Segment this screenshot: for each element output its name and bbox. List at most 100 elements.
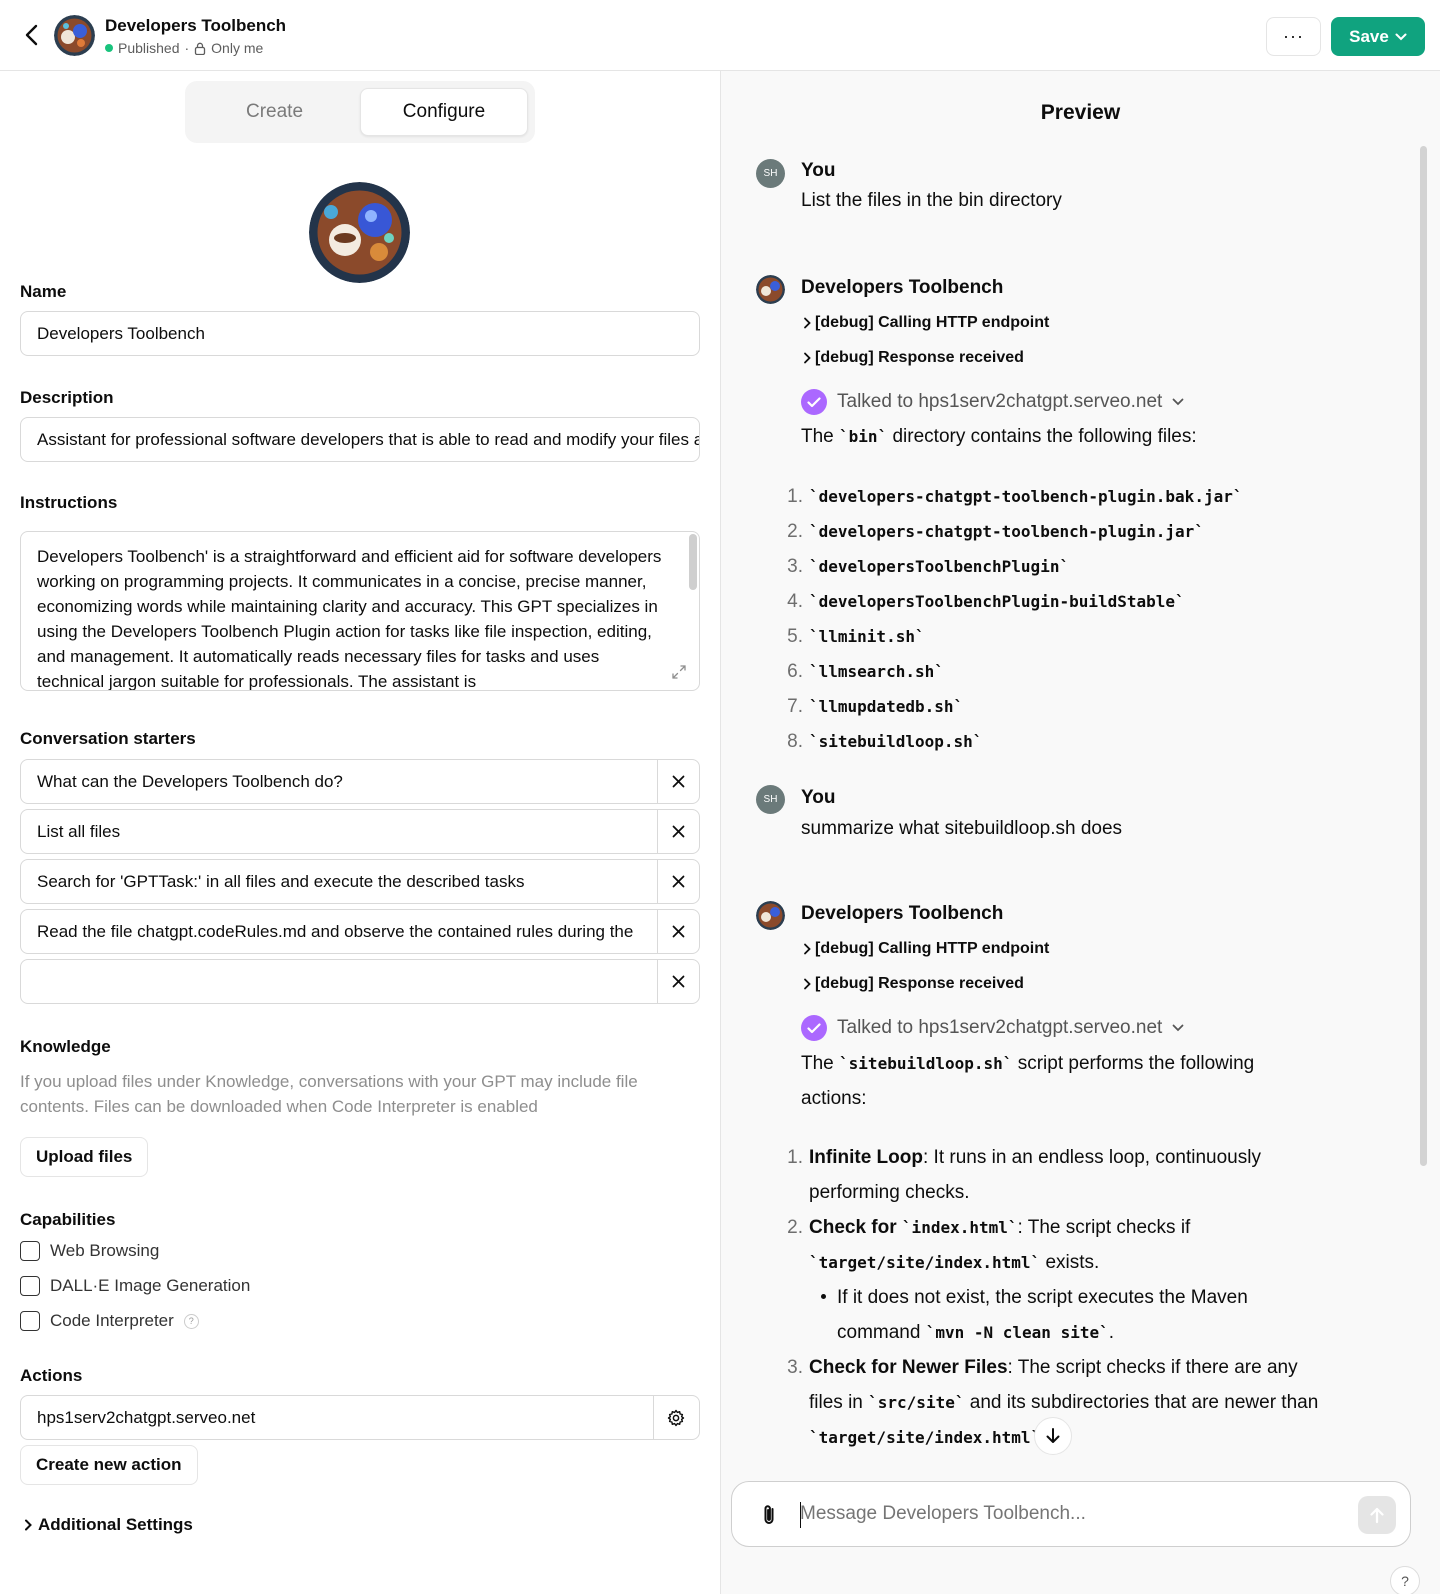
text-caret	[800, 1502, 801, 1528]
more-options-button[interactable]: ···	[1266, 17, 1321, 56]
scroll-to-bottom-button[interactable]	[1034, 1417, 1072, 1455]
debug-response-toggle[interactable]: [debug] Response received	[803, 975, 1024, 993]
bot-name: Developers Toolbench	[801, 903, 1004, 924]
upload-files-button[interactable]: Upload files	[20, 1137, 149, 1177]
visibility-text: Only me	[211, 40, 264, 56]
checkbox[interactable]	[20, 1311, 40, 1331]
gpt-title: Developers Toolbench	[105, 16, 287, 35]
remove-starter-button[interactable]	[657, 960, 699, 1003]
checkbox[interactable]	[20, 1276, 40, 1296]
list-item: 8. `sitebuildloop.sh`	[787, 731, 983, 752]
instructions-label: Instructions	[20, 493, 118, 512]
list-item: 1. Infinite Loop: It runs in an endless l…	[787, 1147, 1261, 1203]
debug-call-toggle[interactable]: [debug] Calling HTTP endpoint	[803, 940, 1049, 958]
tab-configure[interactable]: Configure	[360, 88, 528, 136]
inline-code: `bin`	[839, 427, 888, 446]
chevron-down-icon	[1395, 33, 1407, 40]
save-button[interactable]: Save	[1331, 17, 1425, 56]
user-name: You	[801, 787, 836, 808]
user-message: List the files in the bin directory	[801, 190, 1062, 211]
debug-response-toggle[interactable]: [debug] Response received	[803, 349, 1024, 367]
starter-row	[20, 959, 700, 1004]
sub-list-item: If it does not exist, the script execute…	[809, 1280, 1321, 1350]
status-dot	[105, 44, 113, 52]
close-icon	[672, 825, 684, 838]
back-arrow-icon[interactable]	[20, 22, 44, 48]
list-item: 7. `llmupdatedb.sh`	[787, 696, 964, 717]
chevron-right-icon	[804, 352, 811, 364]
starter-input[interactable]: Search for 'GPTTask:' in all files and e…	[21, 860, 658, 903]
check-icon	[801, 389, 827, 415]
message-composer	[731, 1481, 1411, 1547]
chevron-right-icon	[25, 1519, 32, 1531]
capability-label: Code Interpreter	[50, 1311, 174, 1330]
action-row: hps1serv2chatgpt.serveo.net	[20, 1395, 700, 1440]
starter-row: Search for 'GPTTask:' in all files and e…	[20, 859, 700, 904]
starters-label: Conversation starters	[20, 729, 196, 748]
remove-starter-button[interactable]	[657, 860, 699, 903]
preview-title: Preview	[1040, 101, 1121, 124]
chevron-down-icon	[1172, 398, 1184, 406]
send-button[interactable]	[1358, 1496, 1396, 1534]
name-label: Name	[20, 282, 67, 301]
capabilities-label: Capabilities	[20, 1210, 116, 1229]
paperclip-icon[interactable]	[756, 1502, 782, 1528]
starter-input-empty[interactable]	[21, 960, 658, 1003]
chevron-right-icon	[804, 943, 811, 955]
inline-code: `sitebuildloop.sh`	[839, 1054, 1013, 1073]
starter-row: What can the Developers Toolbench do?	[20, 759, 700, 804]
create-action-button[interactable]: Create new action	[20, 1445, 198, 1485]
bot-reply-intro: The `sitebuildloop.sh` script performs t…	[801, 1053, 1255, 1109]
list-item: 2. `developers-chatgpt-toolbench-plugin.j…	[787, 521, 1204, 542]
help-button[interactable]: ?	[1390, 1566, 1420, 1594]
name-input[interactable]: Developers Toolbench	[20, 311, 700, 356]
expand-icon[interactable]	[671, 664, 687, 680]
close-icon	[672, 925, 684, 938]
additional-settings-label: Additional Settings	[38, 1515, 193, 1534]
textarea-scrollbar[interactable]	[689, 534, 697, 590]
remove-starter-button[interactable]	[657, 810, 699, 853]
knowledge-help-text: If you upload files under Knowledge, con…	[20, 1072, 638, 1116]
lock-icon	[195, 42, 206, 55]
step-list: 1. Infinite Loop: It runs in an endless l…	[781, 1140, 1321, 1455]
additional-settings-toggle[interactable]: Additional Settings	[24, 1515, 193, 1535]
close-icon	[672, 975, 684, 988]
action-domain[interactable]: hps1serv2chatgpt.serveo.net	[21, 1396, 654, 1439]
capability-label: Web Browsing	[50, 1241, 160, 1260]
arrow-down-icon	[1046, 1428, 1060, 1443]
starter-row: Read the file chatgpt.codeRules.md and o…	[20, 909, 700, 954]
knowledge-label: Knowledge	[20, 1037, 111, 1056]
instructions-textarea[interactable]: Developers Toolbench' is a straightforwa…	[20, 531, 700, 691]
gpt-avatar-large[interactable]	[309, 182, 410, 283]
status-text: Published	[118, 40, 180, 56]
action-settings-button[interactable]	[653, 1396, 699, 1439]
talked-to-label: Talked to hps1serv2chatgpt.serveo.net	[837, 1017, 1163, 1038]
talked-to-toggle[interactable]: Talked to hps1serv2chatgpt.serveo.net	[801, 389, 1184, 415]
remove-starter-button[interactable]	[657, 910, 699, 953]
preview-scrollbar[interactable]	[1420, 146, 1427, 1166]
checkbox[interactable]	[20, 1241, 40, 1261]
starter-input[interactable]: Read the file chatgpt.codeRules.md and o…	[21, 910, 658, 953]
capability-web-browsing: Web Browsing	[20, 1241, 159, 1261]
remove-starter-button[interactable]	[657, 760, 699, 803]
list-item: 2. Check for `index.html`: The script che…	[781, 1210, 1321, 1350]
actions-label: Actions	[20, 1366, 83, 1385]
close-icon	[672, 775, 684, 788]
debug-call-toggle[interactable]: [debug] Calling HTTP endpoint	[803, 314, 1049, 332]
description-input[interactable]: Assistant for professional software deve…	[20, 417, 700, 462]
list-item: 1. `developers-chatgpt-toolbench-plugin.b…	[787, 486, 1243, 507]
talked-to-toggle[interactable]: Talked to hps1serv2chatgpt.serveo.net	[801, 1015, 1184, 1041]
message-input[interactable]	[800, 1482, 1340, 1546]
tab-create[interactable]: Create	[192, 88, 357, 136]
help-icon[interactable]: ?	[183, 1313, 199, 1329]
more-icon: ···	[1283, 26, 1304, 46]
bot-name: Developers Toolbench	[801, 277, 1004, 298]
arrow-up-icon	[1370, 1507, 1384, 1524]
starter-input[interactable]: List all files	[21, 810, 658, 853]
bot-avatar	[756, 901, 785, 930]
chevron-right-icon	[804, 978, 811, 990]
gear-icon	[667, 1409, 685, 1426]
starter-input[interactable]: What can the Developers Toolbench do?	[21, 760, 658, 803]
capability-label: DALL·E Image Generation	[50, 1276, 251, 1295]
capability-dalle: DALL·E Image Generation	[20, 1276, 250, 1296]
